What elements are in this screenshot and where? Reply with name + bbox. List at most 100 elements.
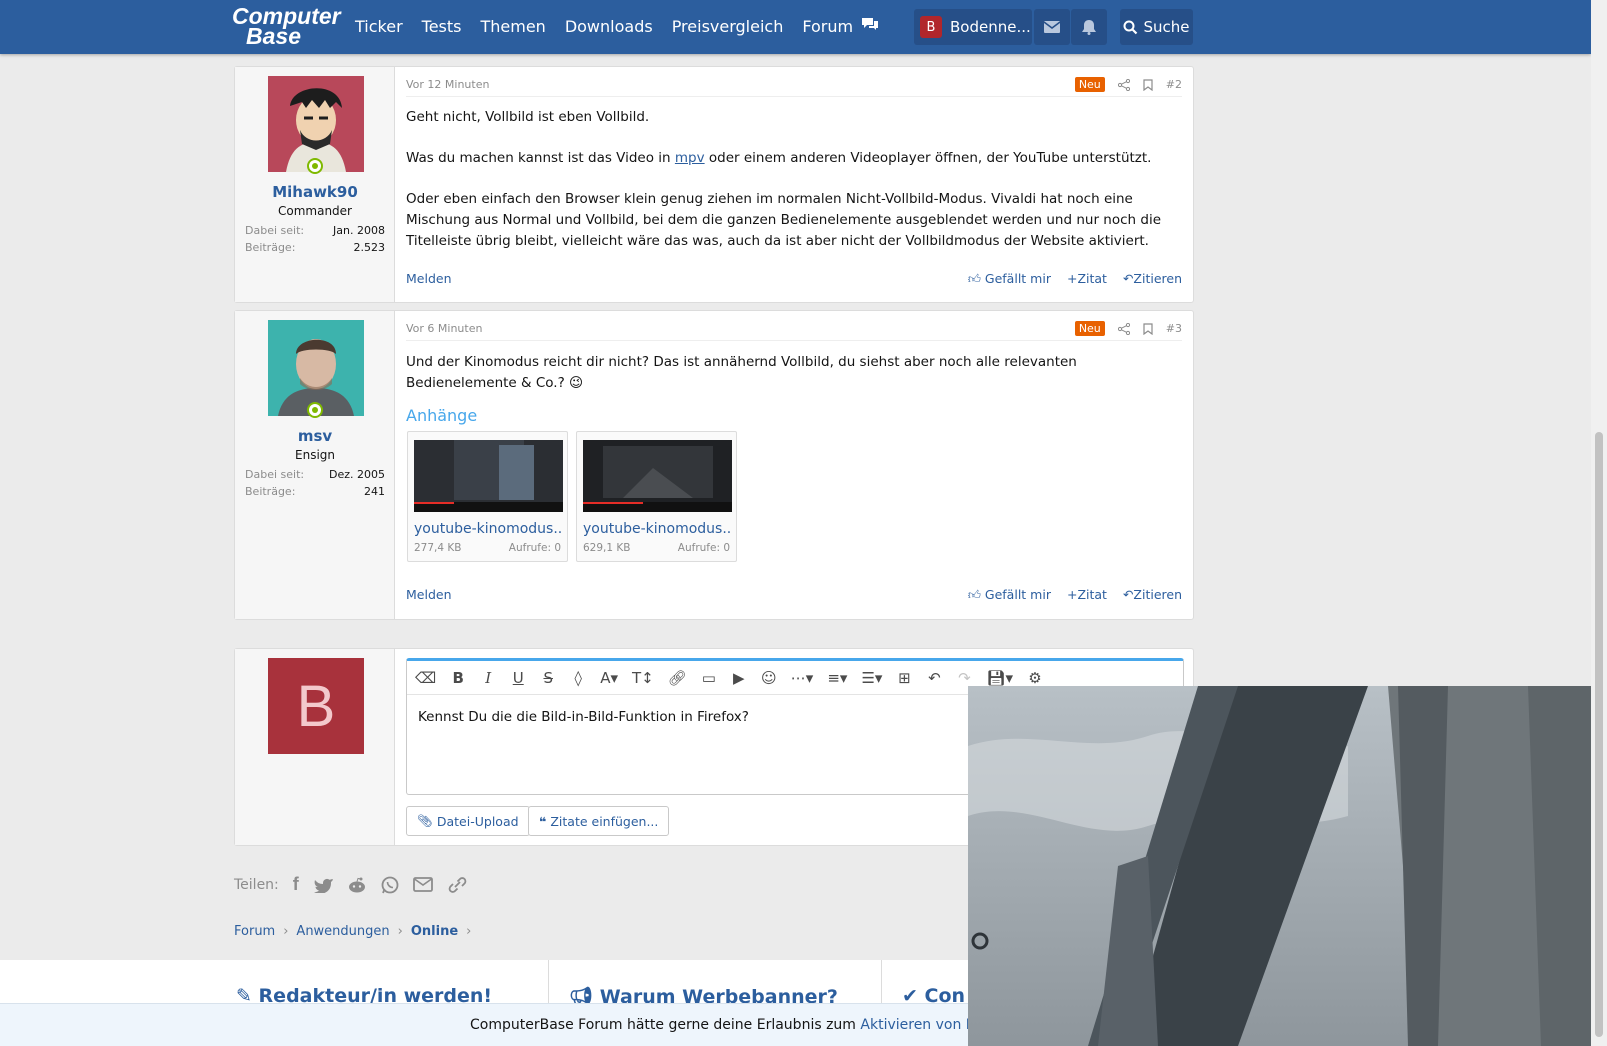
- email-icon[interactable]: [412, 877, 433, 892]
- reply-arrow-icon: ↶: [1122, 587, 1134, 602]
- whatsapp-icon[interactable]: [381, 876, 399, 894]
- share-icon[interactable]: [1117, 322, 1130, 335]
- post-time[interactable]: Vor 12 Minuten: [406, 78, 489, 91]
- search-button[interactable]: Suche: [1120, 9, 1193, 45]
- link-icon[interactable]: [447, 876, 467, 894]
- user-joined: Dabei seit: Dez. 2005: [245, 468, 385, 481]
- online-status-icon: [307, 158, 323, 174]
- attachments-title: Anhänge: [406, 406, 478, 425]
- quote-marks-icon: ❝: [539, 813, 547, 829]
- user-name: Bodenne...: [950, 18, 1031, 36]
- post-number[interactable]: #2: [1166, 78, 1182, 91]
- post-paragraph: Geht nicht, Vollbild ist eben Vollbild.: [406, 109, 650, 125]
- drafts-icon[interactable]: 💾︎▾: [986, 669, 1013, 687]
- attachment-item[interactable]: youtube-kinomodus... 629,1 KB Aufrufe: 0: [576, 431, 737, 562]
- user-role: Ensign: [295, 448, 335, 462]
- insert-quotes-label: Zitate einfügen...: [550, 813, 659, 829]
- facebook-icon[interactable]: f: [293, 874, 299, 895]
- post-paragraph: Und der Kinomodus reicht dir nicht? Das …: [406, 354, 1077, 391]
- share-label: Teilen:: [234, 876, 279, 893]
- paperclip-icon: 📎︎: [417, 813, 433, 828]
- undo-icon[interactable]: ↶: [926, 669, 942, 687]
- attachment-item[interactable]: youtube-kinomodus... 277,4 KB Aufrufe: 0: [407, 431, 568, 562]
- attachment-name[interactable]: youtube-kinomodus...: [583, 521, 731, 537]
- bold-icon[interactable]: B: [450, 669, 466, 687]
- strikethrough-icon[interactable]: S: [540, 669, 556, 687]
- reply-text-input[interactable]: Kennst Du die die Bild-in-Bild-Funktion …: [418, 709, 749, 725]
- scrollbar-thumb[interactable]: [1595, 432, 1603, 1037]
- italic-icon[interactable]: I: [480, 669, 496, 687]
- font-family-icon[interactable]: A▾: [600, 669, 618, 687]
- attachment-name[interactable]: youtube-kinomodus...: [414, 521, 562, 537]
- report-link[interactable]: Melden: [406, 587, 452, 603]
- reply-button[interactable]: ↶Zitieren: [1123, 271, 1182, 287]
- bookmark-icon[interactable]: [1143, 78, 1153, 91]
- nav-themen[interactable]: Themen: [480, 17, 545, 36]
- image-icon[interactable]: ▭: [701, 669, 717, 687]
- reply-arrow-icon: ↶: [1122, 271, 1134, 286]
- link-icon[interactable]: 🔗︎: [668, 669, 687, 687]
- picture-in-picture-video[interactable]: [968, 686, 1591, 1046]
- nav-tests[interactable]: Tests: [422, 17, 462, 36]
- like-button[interactable]: 👍︎ Gefällt mir: [968, 271, 1051, 287]
- quote-button[interactable]: +Zitat: [1067, 587, 1107, 603]
- inbox-button[interactable]: [1034, 9, 1070, 45]
- new-badge: Neu: [1074, 77, 1105, 92]
- share-bar: Teilen: f: [234, 874, 467, 895]
- divider: [406, 96, 1182, 97]
- quote-label: Zitat: [1077, 587, 1107, 602]
- file-upload-button[interactable]: 📎︎ Datei-Upload: [406, 806, 530, 836]
- nav-forum[interactable]: Forum: [802, 17, 880, 36]
- post-time[interactable]: Vor 6 Minuten: [406, 322, 482, 335]
- font-size-icon[interactable]: T↕: [632, 669, 654, 687]
- insert-quotes-button[interactable]: ❝ Zitate einfügen...: [528, 806, 670, 836]
- breadcrumb-forum[interactable]: Forum: [234, 924, 275, 939]
- share-icon[interactable]: [1117, 78, 1130, 91]
- user-role: Commander: [278, 204, 352, 218]
- like-label: Gefällt mir: [984, 271, 1051, 286]
- mpv-link[interactable]: mpv: [675, 150, 705, 166]
- report-link[interactable]: Melden: [406, 271, 452, 287]
- underline-icon[interactable]: U: [510, 669, 526, 687]
- clear-format-icon[interactable]: ⌫: [415, 669, 436, 687]
- nav-preisvergleich[interactable]: Preisvergleich: [672, 17, 784, 36]
- chevron-right-icon: ›: [283, 924, 289, 939]
- breadcrumb-anwendungen[interactable]: Anwendungen: [296, 924, 389, 939]
- table-icon[interactable]: ⊞: [896, 669, 912, 687]
- search-label: Suche: [1143, 18, 1190, 36]
- user-posts: Beiträge: 241: [245, 485, 385, 498]
- like-label: Gefällt mir: [984, 587, 1051, 602]
- reply-button[interactable]: ↶Zitieren: [1123, 587, 1182, 603]
- twitter-icon[interactable]: [313, 877, 333, 893]
- user-name-link[interactable]: msv: [235, 427, 395, 445]
- thumbs-up-icon: 👍︎: [967, 271, 981, 286]
- breadcrumb-online[interactable]: Online: [411, 924, 458, 939]
- smilie-icon[interactable]: ☺: [761, 669, 777, 687]
- like-button[interactable]: 👍︎ Gefällt mir: [968, 587, 1051, 603]
- quote-button[interactable]: +Zitat: [1067, 271, 1107, 287]
- alerts-button[interactable]: [1071, 9, 1107, 45]
- post-number[interactable]: #3: [1166, 322, 1182, 335]
- meta-key: Dabei seit:: [245, 468, 305, 481]
- post-paragraph: Oder eben einfach den Browser klein genu…: [406, 191, 1162, 249]
- more-icon[interactable]: ⋯▾: [791, 669, 814, 687]
- nav-ticker[interactable]: Ticker: [355, 17, 403, 36]
- user-avatar-small: B: [920, 16, 942, 38]
- plus-icon: +: [1066, 271, 1078, 286]
- meta-value: 241: [364, 485, 385, 498]
- list-icon[interactable]: ☰▾: [861, 669, 882, 687]
- reddit-icon[interactable]: [347, 877, 367, 893]
- meta-value: 2.523: [353, 241, 386, 254]
- user-menu[interactable]: B Bodenne...: [914, 9, 1032, 45]
- post-user-panel: msv Ensign Dabei seit: Dez. 2005 Beiträge…: [235, 311, 395, 619]
- redo-icon[interactable]: ↷: [956, 669, 972, 687]
- media-icon[interactable]: ▶: [731, 669, 747, 687]
- nav-downloads[interactable]: Downloads: [565, 17, 653, 36]
- align-icon[interactable]: ≡▾: [827, 669, 847, 687]
- text-color-icon[interactable]: ◊: [570, 669, 586, 687]
- bookmark-icon[interactable]: [1143, 322, 1153, 335]
- computerbase-logo[interactable]: Computer Base: [232, 5, 341, 49]
- user-name-link[interactable]: Mihawk90: [235, 183, 395, 201]
- settings-icon[interactable]: ⚙: [1027, 669, 1043, 687]
- envelope-icon: [1044, 21, 1060, 33]
